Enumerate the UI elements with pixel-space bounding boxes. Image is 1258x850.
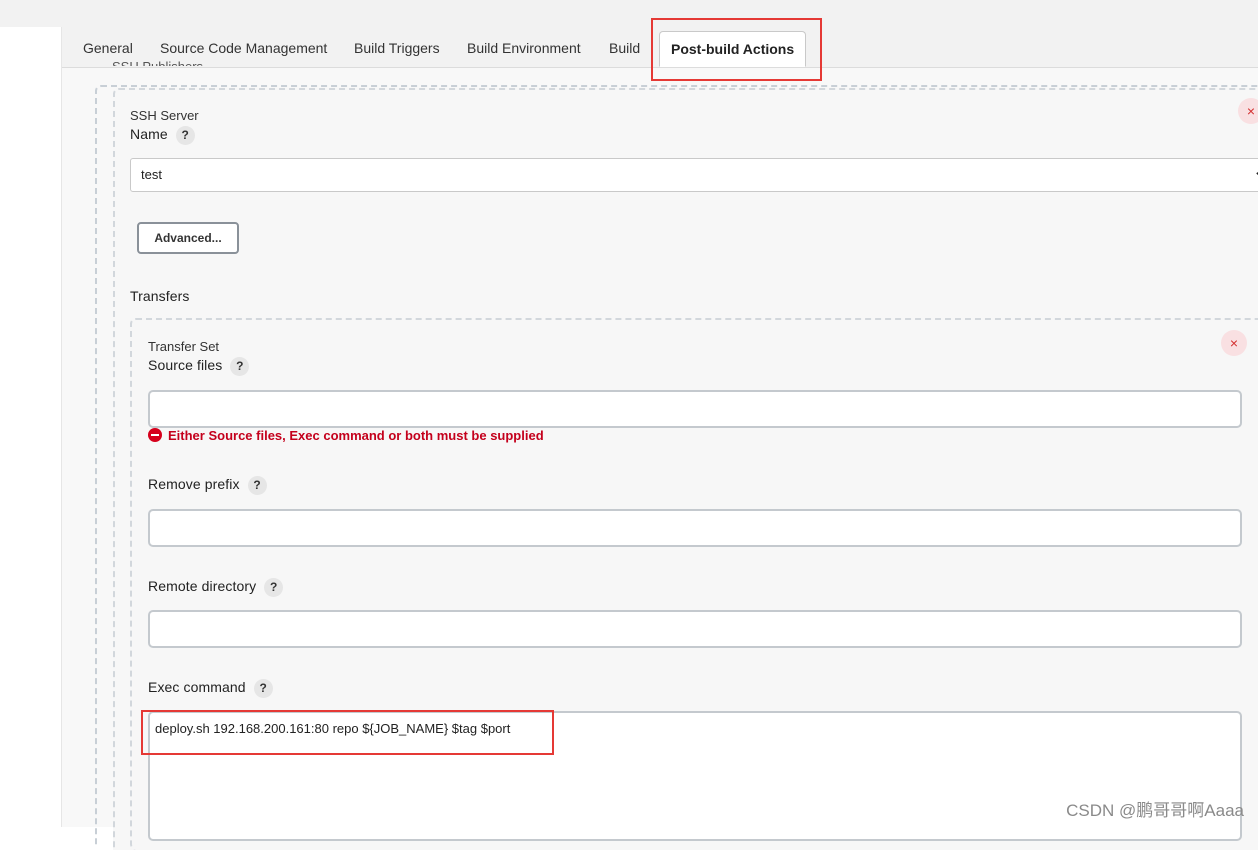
- exec-command-label: Exec command?: [148, 679, 273, 698]
- exec-command-textarea[interactable]: deploy.sh 192.168.200.161:80 repo ${JOB_…: [148, 711, 1242, 841]
- section-title-ssh-publishers: SSH Publishers: [112, 55, 203, 66]
- help-icon[interactable]: ?: [247, 476, 267, 495]
- remove-prefix-label-text: Remove prefix: [148, 476, 240, 493]
- selected-value: test: [141, 167, 162, 182]
- source-files-label: Source files?: [148, 357, 250, 376]
- watermark: CSDN @鹏哥哥啊Aaaa: [1066, 801, 1244, 820]
- transfer-set-heading: Transfer Set: [148, 339, 220, 354]
- top-bar: [0, 0, 1258, 27]
- name-field-label: Name?: [130, 126, 195, 145]
- remove-transfer-set-button[interactable]: ×: [1221, 330, 1247, 356]
- help-icon[interactable]: ?: [175, 126, 195, 145]
- help-icon[interactable]: ?: [230, 357, 250, 376]
- tab-source-code-management[interactable]: Source Code Management: [160, 40, 327, 56]
- tab-build[interactable]: Build: [609, 40, 640, 56]
- validation-error: Either Source files, Exec command or bot…: [148, 428, 544, 443]
- help-icon[interactable]: ?: [253, 679, 273, 698]
- remote-directory-label: Remote directory?: [148, 578, 284, 597]
- tab-build-triggers[interactable]: Build Triggers: [354, 40, 440, 56]
- remove-prefix-input[interactable]: [148, 509, 1242, 547]
- close-icon: ×: [1246, 103, 1256, 119]
- error-icon: [148, 428, 162, 442]
- help-icon[interactable]: ?: [264, 578, 284, 597]
- exec-command-label-text: Exec command: [148, 679, 246, 696]
- remote-directory-input[interactable]: [148, 610, 1242, 648]
- close-icon: ×: [1229, 335, 1239, 351]
- tab-build-environment[interactable]: Build Environment: [467, 40, 581, 56]
- ssh-server-name-select[interactable]: test: [130, 158, 1258, 192]
- left-side-panel: [0, 27, 62, 827]
- source-files-label-text: Source files: [148, 357, 223, 374]
- config-tab-bar: General Source Code Management Build Tri…: [62, 27, 1258, 68]
- transfers-heading: Transfers: [130, 288, 190, 304]
- tab-general[interactable]: General: [83, 40, 133, 56]
- tab-post-build-actions[interactable]: Post-build Actions: [659, 31, 807, 67]
- ssh-server-heading: SSH Server: [130, 108, 199, 123]
- exec-command-text: deploy.sh 192.168.200.161:80 repo ${JOB_…: [155, 721, 511, 736]
- advanced-button[interactable]: Advanced...: [137, 222, 239, 254]
- name-label-text: Name: [130, 126, 168, 143]
- source-files-input[interactable]: [148, 390, 1242, 428]
- remote-directory-label-text: Remote directory: [148, 578, 257, 595]
- remove-prefix-label: Remove prefix?: [148, 476, 267, 495]
- error-text: Either Source files, Exec command or bot…: [168, 428, 544, 443]
- remove-ssh-server-button[interactable]: ×: [1238, 98, 1258, 124]
